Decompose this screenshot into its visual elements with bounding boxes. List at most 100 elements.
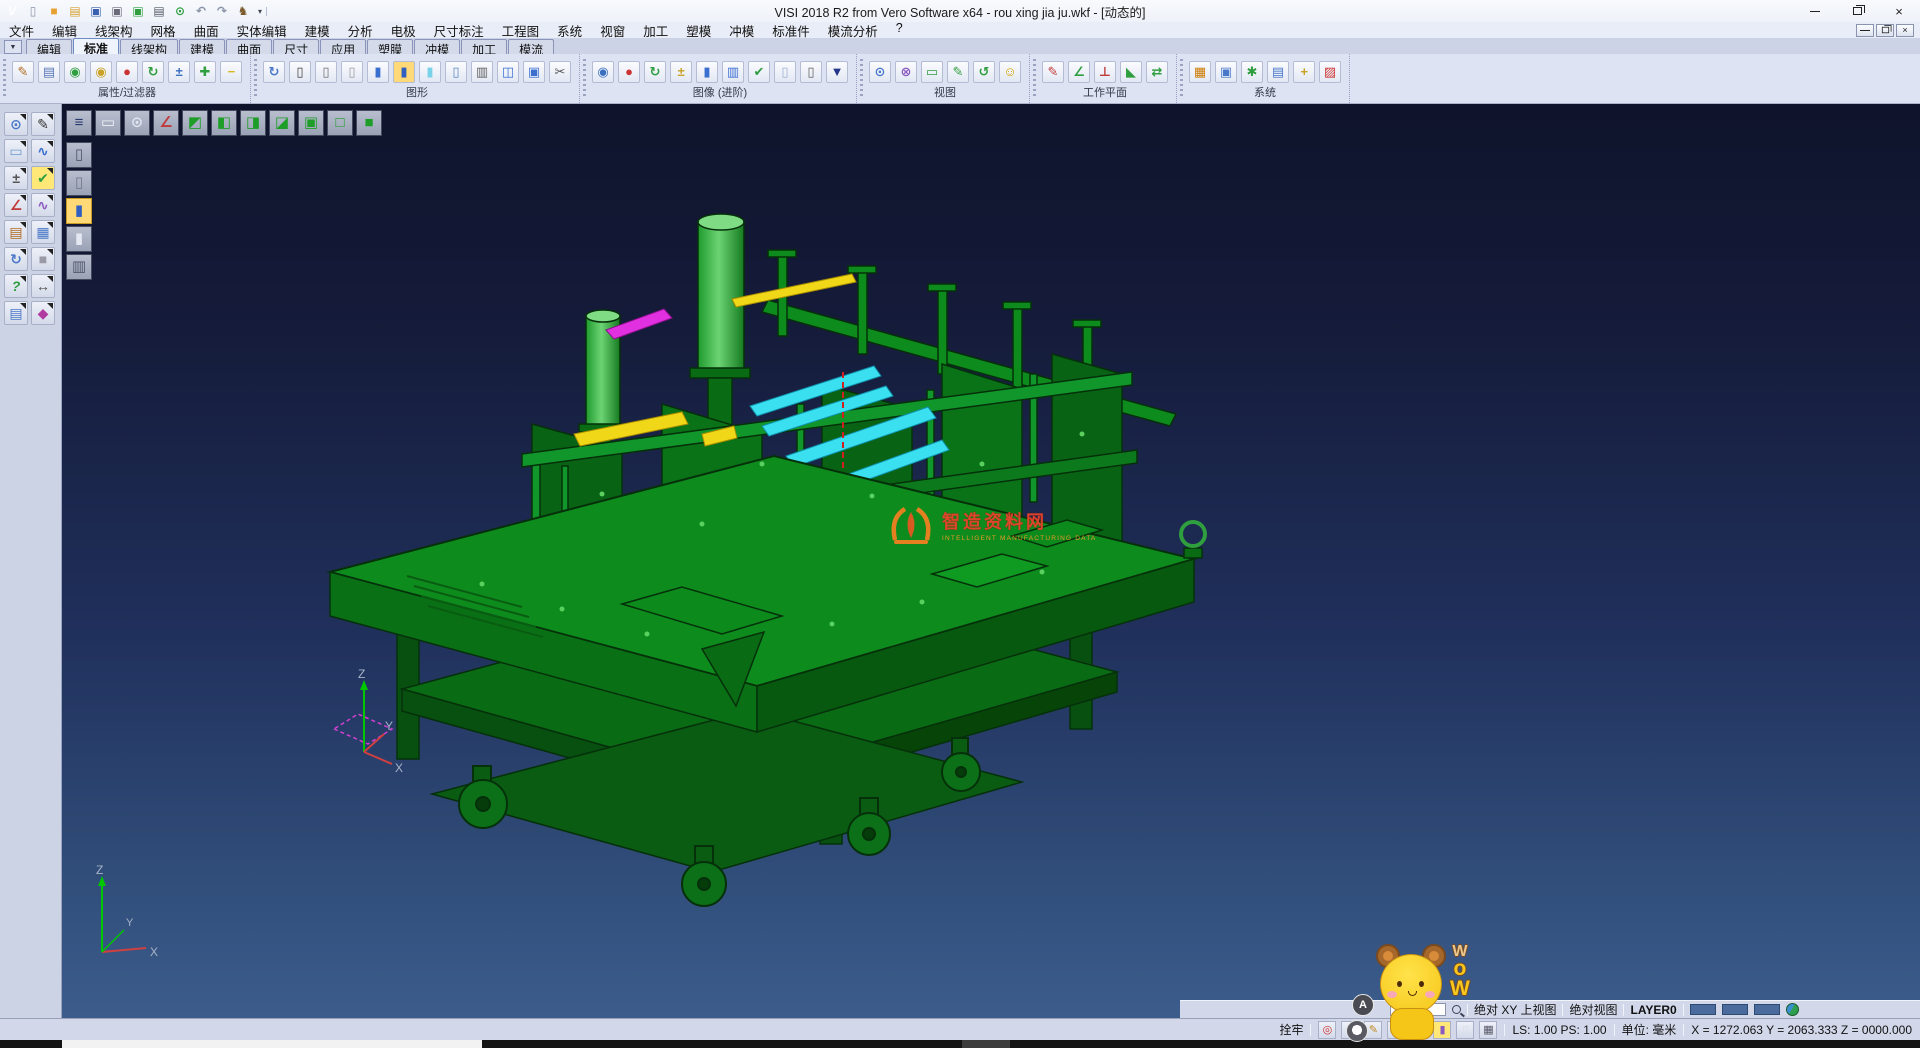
- hidden-line-cylinder-icon[interactable]: ▯: [315, 61, 337, 83]
- save-icon[interactable]: ▣: [87, 3, 105, 20]
- modify-attributes-icon[interactable]: ✎: [12, 61, 34, 83]
- close-icon[interactable]: ×: [1878, 0, 1920, 22]
- menu-item[interactable]: 电极: [382, 21, 425, 40]
- visibility-clip-icon[interactable]: ◉: [592, 61, 614, 83]
- menu-item[interactable]: ?: [887, 21, 912, 40]
- view-pencil-icon[interactable]: ✎: [947, 61, 969, 83]
- solid-cube-icon[interactable]: ■: [31, 247, 55, 271]
- style-wireframe-icon[interactable]: ▯: [66, 142, 92, 168]
- zoom-pair-icon[interactable]: ⊙: [869, 61, 891, 83]
- zoom-fly-icon[interactable]: ⊙: [124, 110, 150, 136]
- view-corner-icon[interactable]: □: [327, 110, 353, 136]
- menu-item[interactable]: 网格: [142, 21, 185, 40]
- new-file-icon[interactable]: ▯: [24, 3, 42, 20]
- style-flat-icon[interactable]: ▮: [66, 226, 92, 252]
- solid-view-icon[interactable]: ▮: [696, 61, 718, 83]
- show-add-icon[interactable]: ◉: [64, 61, 86, 83]
- validated-view-icon[interactable]: ✔: [748, 61, 770, 83]
- record-icon[interactable]: ◎: [1318, 1021, 1336, 1039]
- striped-view-icon[interactable]: ▥: [722, 61, 744, 83]
- plane-corners-icon[interactable]: ▭: [4, 139, 28, 163]
- show-hide-toggle-icon[interactable]: ±: [168, 61, 190, 83]
- wcs-axis-icon[interactable]: ∠: [4, 193, 28, 217]
- spline-pencil-icon[interactable]: ∿: [31, 193, 55, 217]
- view-plane-icon[interactable]: ▭: [95, 110, 121, 136]
- grid-window-icon[interactable]: ▦: [31, 220, 55, 244]
- undo-icon[interactable]: ↶: [192, 3, 210, 20]
- menu-item[interactable]: 塑模: [677, 21, 720, 40]
- menu-item[interactable]: 实体编辑: [228, 21, 296, 40]
- drag-hand-icon[interactable]: +: [1293, 61, 1315, 83]
- workplane-swap-icon[interactable]: ⇄: [1146, 61, 1168, 83]
- mdi-restore-icon[interactable]: [1876, 24, 1894, 37]
- toolbar-tab[interactable]: 尺寸: [273, 39, 319, 54]
- toolbar-tab[interactable]: 加工: [461, 39, 507, 54]
- zoom-remove-icon[interactable]: ⊗: [895, 61, 917, 83]
- toolbar-tab[interactable]: 线架构: [120, 39, 178, 54]
- toolbar-tab[interactable]: 曲面: [226, 39, 272, 54]
- context-help-icon[interactable]: ?: [4, 274, 28, 298]
- menu-item[interactable]: 系统: [548, 21, 591, 40]
- mascot-overlay[interactable]: A WoW: [1346, 944, 1486, 1040]
- hide-all-icon[interactable]: −: [220, 61, 242, 83]
- view-rotate-icon[interactable]: ↺: [973, 61, 995, 83]
- workplane-axis-icon[interactable]: ∠: [1068, 61, 1090, 83]
- zoom-window-icon[interactable]: ▭: [921, 61, 943, 83]
- view-right-icon[interactable]: ◪: [269, 110, 295, 136]
- visi-logo[interactable]: V: [3, 3, 21, 20]
- hide-remove-icon[interactable]: ◉: [90, 61, 112, 83]
- view-top-bottom-icon[interactable]: ◧: [211, 110, 237, 136]
- section-copy-icon[interactable]: ▣: [523, 61, 545, 83]
- mascot-badge-a[interactable]: A: [1352, 994, 1374, 1016]
- minimize-icon[interactable]: [1794, 0, 1836, 22]
- layer-traffic-light-icon[interactable]: ●: [618, 61, 640, 83]
- erase-pencil-icon[interactable]: ✎: [31, 112, 55, 136]
- menu-item[interactable]: 分析: [339, 21, 382, 40]
- regen-advanced-icon[interactable]: ↻: [644, 61, 666, 83]
- status-box[interactable]: [1690, 1004, 1716, 1015]
- menu-item[interactable]: 建模: [296, 21, 339, 40]
- menu-item[interactable]: 视窗: [591, 21, 634, 40]
- macro-knight-icon[interactable]: ♞: [234, 3, 252, 20]
- mdi-close-icon[interactable]: ×: [1896, 24, 1914, 37]
- menu-item[interactable]: 尺寸标注: [425, 21, 493, 40]
- units-label[interactable]: 单位: 毫米: [1622, 1021, 1677, 1038]
- confirm-check-icon[interactable]: ✔: [31, 166, 55, 190]
- restore-icon[interactable]: [1836, 0, 1878, 22]
- view-front-icon[interactable]: ▣: [298, 110, 324, 136]
- globe-icon[interactable]: [1786, 1003, 1799, 1016]
- menu-item[interactable]: 加工: [634, 21, 677, 40]
- flat-cylinder-icon[interactable]: ▯: [445, 61, 467, 83]
- clipboard-copy-icon[interactable]: ▤: [4, 301, 28, 325]
- menu-item[interactable]: 编辑: [43, 21, 86, 40]
- window-config-icon[interactable]: ▤: [1267, 61, 1289, 83]
- lock-label[interactable]: 拴牢: [1279, 1021, 1303, 1038]
- absolute-view-label[interactable]: 绝对视图: [1569, 1001, 1617, 1018]
- copy-attributes-icon[interactable]: ▤: [38, 61, 60, 83]
- wire-view-icon[interactable]: ▯: [800, 61, 822, 83]
- render-smiley-icon[interactable]: ☺: [999, 61, 1021, 83]
- redo-icon[interactable]: ↷: [213, 3, 231, 20]
- dashed-cylinder-icon[interactable]: ▯: [341, 61, 363, 83]
- viewport-3d[interactable]: Z Y X Z Y X ≡▭⊙∠◩◧◨◪▣□■ ▯▯▮▮▥: [62, 104, 1920, 1018]
- toggle-entities-icon[interactable]: ±: [670, 61, 692, 83]
- wireframe-cylinder-icon[interactable]: ▯: [289, 61, 311, 83]
- toolbar-tab[interactable]: 冲模: [414, 39, 460, 54]
- mesh-cylinder-icon[interactable]: ▥: [471, 61, 493, 83]
- dynamic-section-icon[interactable]: ◫: [497, 61, 519, 83]
- viewport-menu-icon[interactable]: ≡: [66, 110, 92, 136]
- show-all-icon[interactable]: ✚: [194, 61, 216, 83]
- tab-dropdown-icon[interactable]: ▼: [4, 40, 22, 54]
- style-hidden-icon[interactable]: ▯: [66, 170, 92, 196]
- print-icon[interactable]: ▤: [150, 3, 168, 20]
- active-layer-label[interactable]: LAYER0: [1630, 1003, 1676, 1017]
- toolbar-tab[interactable]: 建模: [179, 39, 225, 54]
- filter-refresh-icon[interactable]: ↻: [142, 61, 164, 83]
- cone-view-icon[interactable]: ▼: [826, 61, 848, 83]
- toolbar-tab[interactable]: 塑膜: [367, 39, 413, 54]
- menu-item[interactable]: 冲模: [720, 21, 763, 40]
- sketch-curve-icon[interactable]: ∿: [31, 139, 55, 163]
- view-shaded-iso-icon[interactable]: ■: [356, 110, 382, 136]
- menu-item[interactable]: 线架构: [86, 21, 142, 40]
- style-mesh-icon[interactable]: ▥: [66, 254, 92, 280]
